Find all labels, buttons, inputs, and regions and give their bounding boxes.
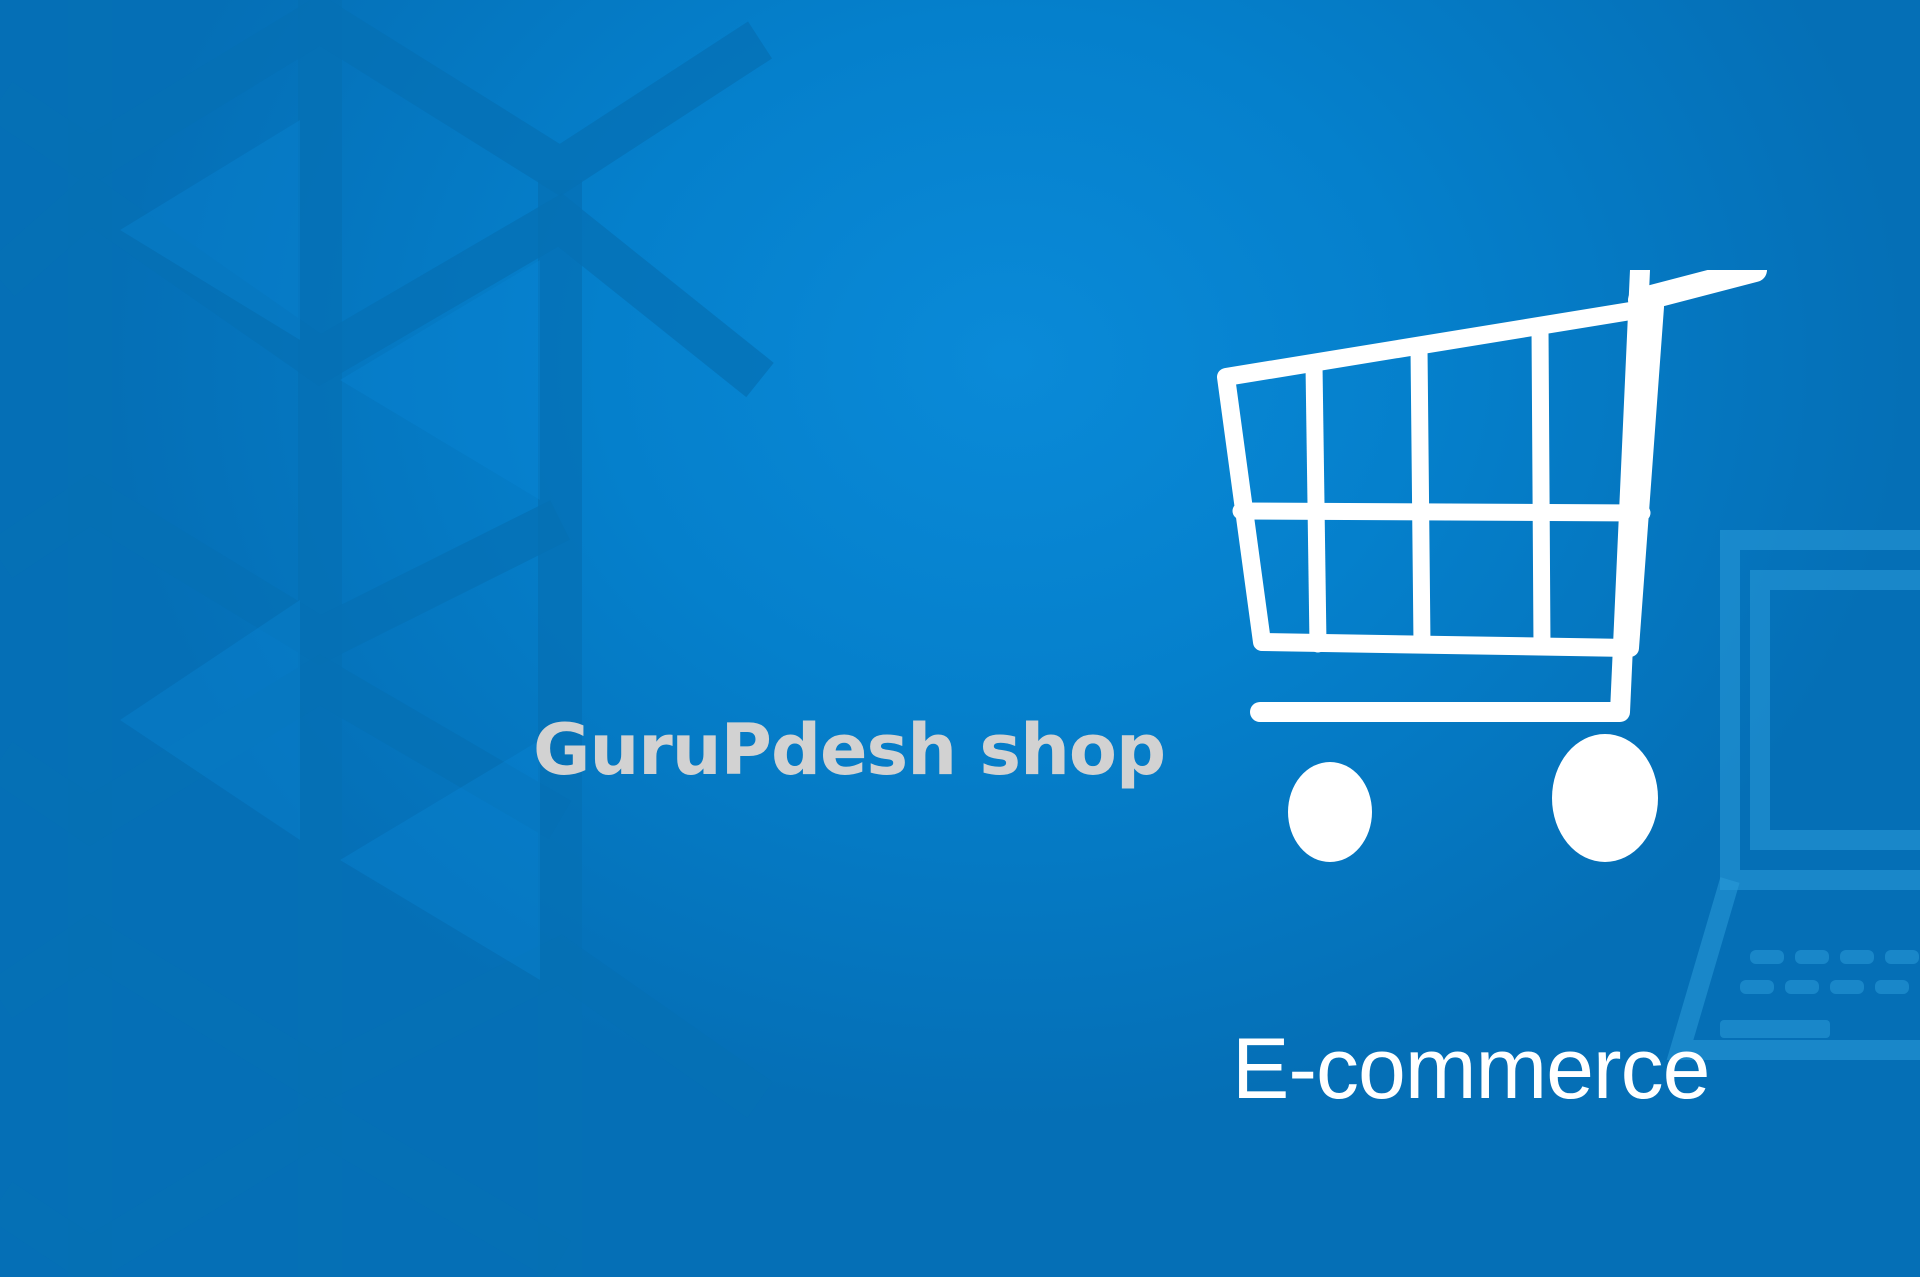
geometric-pattern-background — [0, 0, 774, 1277]
ecommerce-banner: GuruPdesh shop E-commerce — [0, 0, 1920, 1277]
shop-name: GuruPdesh shop — [533, 709, 1166, 791]
ecommerce-label: E-commerce — [1232, 1021, 1710, 1117]
shopping-cart-icon — [1217, 270, 1767, 862]
